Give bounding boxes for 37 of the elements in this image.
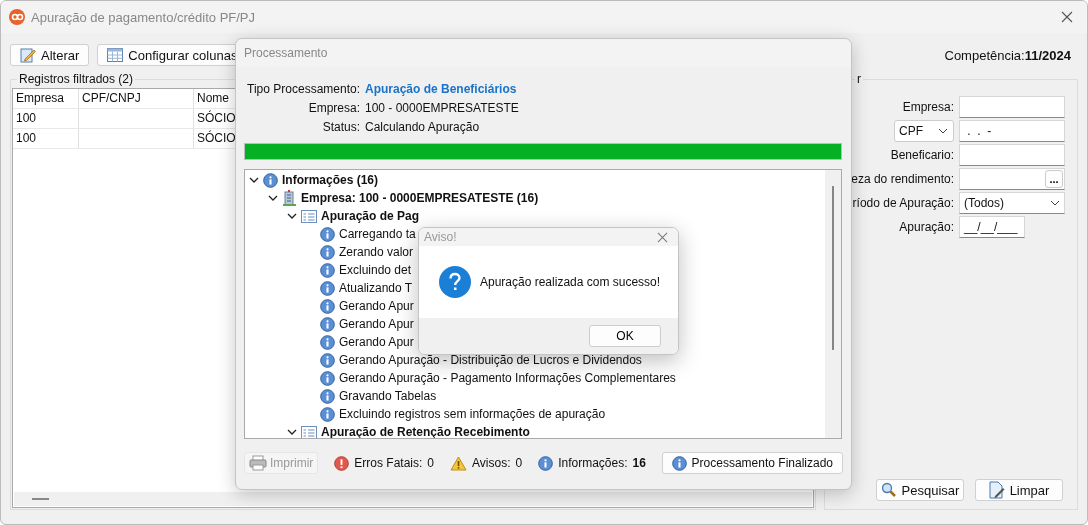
log-entry: Carregando ta — [339, 227, 416, 241]
counter-label: Erros Fatais: — [354, 456, 423, 470]
log-entry: Apuração de Pag — [321, 209, 420, 223]
field-label: Empresa: — [902, 100, 954, 114]
info-label: Tipo Processamento: — [246, 82, 360, 96]
window-title: Apuração de pagamento/crédito PF/PJ — [31, 9, 257, 25]
competencia-value: 11/2024 — [1024, 47, 1071, 63]
counter-label: Avisos: — [472, 456, 511, 470]
log-entry: Informações (16) — [282, 173, 379, 187]
field-label: eza do rendimento: — [851, 172, 954, 186]
log-entry: Empresa: 100 - 0000EMPRESATESTE (16) — [301, 191, 539, 205]
table-cell: 100 — [13, 109, 79, 128]
log-entry: Excluindo registros sem informações de apuração — [339, 407, 606, 421]
counter-value: 16 — [632, 456, 646, 470]
log-entry: Apuração de Retenção Recebimento — [321, 425, 530, 438]
counter-value: 0 — [515, 456, 523, 470]
counter-label: Informações: — [558, 456, 628, 470]
log-entry: Zerando valor — [339, 245, 414, 259]
field-label: Beneficario: — [890, 148, 954, 162]
competencia-label: Competência: — [944, 47, 1025, 63]
log-entry: Excluindo det — [339, 263, 412, 277]
group-title: Registros filtrados (2) — [17, 72, 136, 86]
info-value: Apuração de Beneficiários — [365, 82, 518, 96]
dialog-title: Aviso! — [424, 230, 457, 244]
log-entry: Gravando Tabelas — [339, 389, 437, 403]
log-entry: Gerando Apur — [339, 335, 414, 349]
log-entry: Atualizando T — [339, 281, 413, 295]
alert-message: Apuração realizada com sucesso! — [480, 275, 661, 289]
log-entry: Gerando Apuração - Distribuição de Lucros e Dividendos — [339, 353, 642, 367]
counter-value: 0 — [427, 456, 435, 470]
table-cell: 100 — [13, 129, 79, 148]
dialog-title: Processamento — [236, 39, 851, 67]
field-label: Apuração: — [899, 220, 954, 234]
log-entry: Gerando Apur — [339, 317, 414, 331]
log-entry: Gerando Apuração - Pagamento Informações Complementares — [339, 371, 676, 385]
field-label: ríodo de Apuração: — [852, 196, 954, 210]
log-entry: Gerando Apur — [339, 299, 414, 313]
